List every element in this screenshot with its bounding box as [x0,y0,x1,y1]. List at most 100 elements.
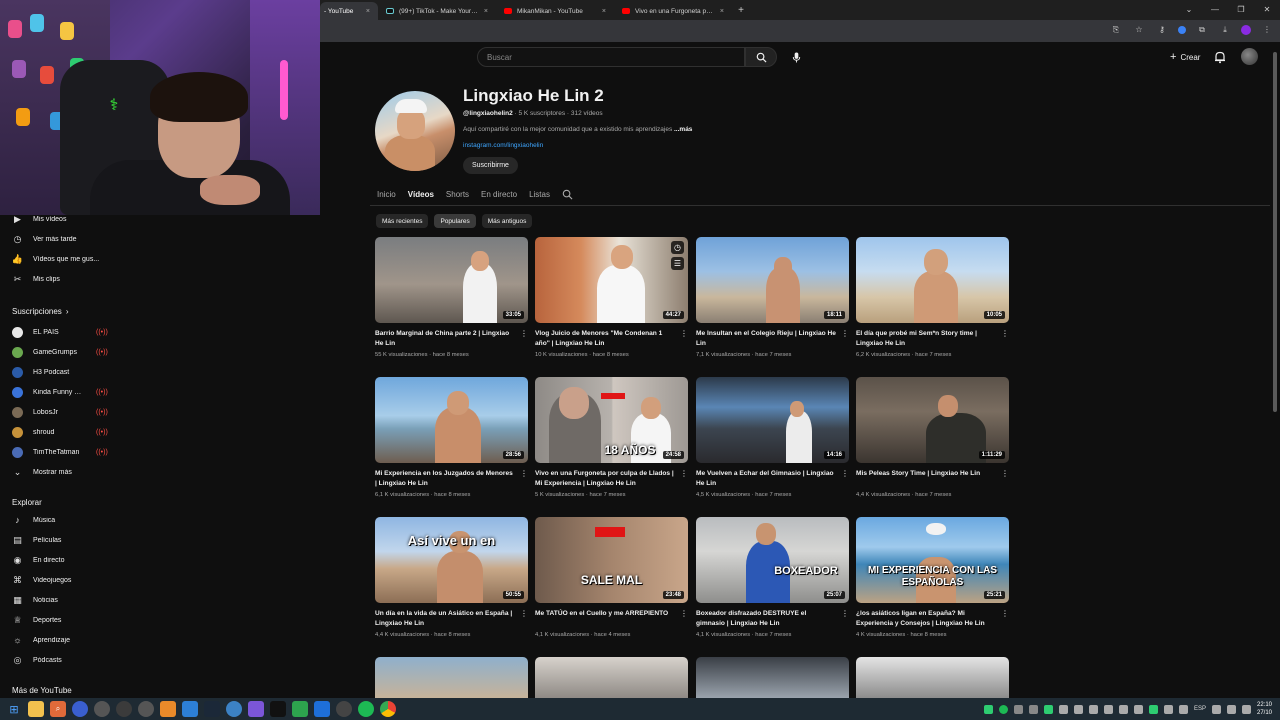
add-to-queue-icon[interactable]: ☰ [671,257,684,270]
search-app-icon[interactable]: ⌕ [50,701,66,717]
close-icon[interactable]: × [366,8,370,15]
channel-description[interactable]: Aquí compartiré con la mejor comunidad q… [463,126,692,133]
tray-icon[interactable] [1073,704,1083,714]
install-app-icon[interactable]: ⎘ [1109,23,1123,37]
notifications-bell-icon[interactable] [1213,50,1227,64]
tray-icon[interactable] [1226,704,1236,714]
sidebar-explore-podcasts[interactable]: ◎ Pódcasts [0,651,130,669]
video-thumbnail[interactable]: Así vive un en 50:55 [375,517,528,603]
subscriptions-heading[interactable]: Suscripciones › [12,307,68,316]
video-card[interactable]: ◷ ☰ 44:27 Vlog Juicio de Menores "Me Con… [535,237,688,367]
sidebar-explore-music[interactable]: ♪ Música [0,511,130,529]
video-thumbnail[interactable] [696,657,849,698]
sidebar-item-clips[interactable]: ✂ Mis clips [0,270,130,288]
voice-search-button[interactable] [786,47,806,67]
sidebar-explore-sports[interactable]: ♕ Deportes [0,611,130,629]
app-icon[interactable] [94,701,110,717]
watch-later-icon[interactable]: ◷ [671,241,684,254]
sidebar-explore-live[interactable]: ◉ En directo [0,551,130,569]
close-window-icon[interactable]: ✕ [1254,0,1280,20]
tray-icon[interactable] [1241,704,1251,714]
sidebar-sub-timthetatman[interactable]: TimTheTatman ((•)) [0,443,130,461]
user-avatar[interactable] [1241,48,1258,65]
video-thumbnail[interactable]: 33:05 [375,237,528,323]
chip-oldest[interactable]: Más antiguos [481,214,533,228]
video-thumbnail[interactable]: BOXEADOR 25:07 [696,517,849,603]
video-title[interactable]: ¿los asiáticos ligan en España? Mi Exper… [856,609,996,628]
steam-icon[interactable] [204,701,220,717]
more-options-icon[interactable]: ⋮ [520,329,528,338]
more-options-icon[interactable]: ⋮ [680,609,688,618]
video-thumbnail[interactable]: 28:56 [375,377,528,463]
tab-videos[interactable]: Vídeos [408,190,434,199]
create-button[interactable]: + Crear [1164,49,1206,65]
browser-tab[interactable]: MikanMikan - YouTube × [496,2,614,20]
video-thumbnail[interactable] [375,657,528,698]
video-title[interactable]: Mis Peleas Story Time | Lingxiao He Lin [856,469,996,479]
extension-key-icon[interactable]: ⚷ [1155,23,1169,37]
more-options-icon[interactable]: ⋮ [1001,469,1009,478]
tiktok-app-icon[interactable] [270,701,286,717]
video-title[interactable]: El día que probé mi Sem*n Story time | L… [856,329,996,348]
video-title[interactable]: Mi Experiencia en los Juzgados de Menore… [375,469,515,488]
browser-tab[interactable]: (99+) TikTok - Make Your Day × [378,2,496,20]
new-tab-button[interactable]: + [732,5,750,16]
chrome-menu-icon[interactable]: ⋮ [1260,23,1274,37]
sidebar-sub-el-pais[interactable]: EL PAÍS ((•)) [0,323,130,341]
tray-icon[interactable] [1148,704,1158,714]
video-title[interactable]: Barrio Marginal de China parte 2 | Lingx… [375,329,515,348]
tray-icon[interactable] [1088,704,1098,714]
video-card[interactable]: Así vive un en 50:55 Un día en la vida d… [375,517,528,647]
app-icon[interactable] [138,701,154,717]
video-title[interactable]: Me TATÚO en el Cuello y me ARREPIENTO [535,609,675,619]
minimize-icon[interactable]: — [1202,0,1228,20]
more-options-icon[interactable]: ⋮ [1001,609,1009,618]
channel-link[interactable]: instagram.com/lingxiaohelin [463,142,543,149]
video-card[interactable]: 18 AÑOS 24:58 Vivo en una Furgoneta por … [535,377,688,507]
chrome-icon[interactable] [380,701,396,717]
app-icon[interactable] [292,701,308,717]
video-card[interactable]: 14:16 Me Vuelven a Echar del Gimnasio | … [696,377,849,507]
chip-popular[interactable]: Populares [434,214,476,228]
video-thumbnail[interactable]: SALE MAL 23:48 [535,517,688,603]
tray-icon[interactable] [1211,704,1221,714]
tray-icon[interactable] [1103,704,1113,714]
tray-icon[interactable] [1163,704,1173,714]
video-title[interactable]: Vlog Juicio de Menores "Me Condenan 1 añ… [535,329,675,348]
close-icon[interactable]: × [720,8,724,15]
video-card[interactable]: 18:11 Me Insultan en el Colegio Rieju | … [696,237,849,367]
sidebar-sub-lobosjr[interactable]: LobosJr ((•)) [0,403,130,421]
more-options-icon[interactable]: ⋮ [841,609,849,618]
tab-en-directo[interactable]: En directo [481,190,517,199]
extension-icon[interactable] [1178,26,1186,34]
sidebar-sub-gamegrumps[interactable]: GameGrumps ((•)) [0,343,130,361]
sidebar-sub-kinda-funny[interactable]: Kinda Funny Ga... ((•)) [0,383,130,401]
sidebar-explore-learning[interactable]: ☼ Aprendizaje [0,631,130,649]
description-more-link[interactable]: ...más [674,126,692,133]
video-thumbnail[interactable]: ◷ ☰ 44:27 [535,237,688,323]
language-indicator[interactable]: ESP [1194,706,1206,712]
tray-icon[interactable] [1118,704,1128,714]
taskbar-clock[interactable]: 22:10 27/10 [1257,701,1272,717]
download-icon[interactable]: ⤓ [1218,23,1232,37]
close-icon[interactable]: × [484,8,488,15]
more-options-icon[interactable]: ⋮ [680,469,688,478]
video-thumbnail[interactable]: 18:11 [696,237,849,323]
tray-icon[interactable] [1133,704,1143,714]
tray-icon[interactable] [1043,704,1053,714]
discord-icon[interactable] [248,701,264,717]
more-options-icon[interactable]: ⋮ [1001,329,1009,338]
video-thumbnail[interactable]: 1:11:29 [856,377,1009,463]
bookmark-star-icon[interactable]: ☆ [1132,23,1146,37]
video-card[interactable]: 1:11:29 Mis Peleas Story Time | Lingxiao… [856,377,1009,507]
show-more-button[interactable]: ⌄ Mostrar más [0,463,130,481]
extensions-puzzle-icon[interactable]: ⧉ [1195,23,1209,37]
tray-icon[interactable] [1013,704,1023,714]
video-card[interactable]: BOXEADOR 25:07 Boxeador disfrazado DESTR… [696,517,849,647]
restore-icon[interactable]: ❐ [1228,0,1254,20]
video-thumbnail[interactable]: MI EXPERIENCIA CON LAS ESPAÑOLAS 25:21 [856,517,1009,603]
video-thumbnail[interactable]: 10:05 [856,237,1009,323]
sidebar-explore-news[interactable]: ▦ Noticias [0,591,130,609]
tray-icon[interactable] [1178,704,1188,714]
sidebar-item-ver-mas-tarde[interactable]: ◷ Ver más tarde [0,230,130,248]
